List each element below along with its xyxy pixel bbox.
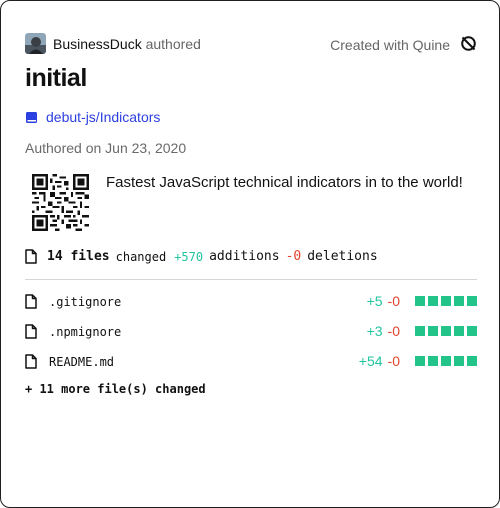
deletions-count: -0: [285, 249, 302, 264]
list-item[interactable]: .npmignore +3 -0: [25, 319, 477, 349]
file-additions: +3: [366, 323, 383, 339]
diff-block: [467, 326, 477, 336]
diff-block: [428, 326, 438, 336]
divider: [25, 279, 477, 280]
commit-title: initial: [25, 64, 87, 92]
file-stats: +3 -0: [367, 323, 477, 339]
diff-block: [467, 296, 477, 306]
diff-block: [428, 356, 438, 366]
additions-label: additions: [209, 249, 280, 264]
avatar[interactable]: [25, 33, 46, 54]
author-name[interactable]: BusinessDuck: [53, 36, 142, 52]
diff-blocks: [412, 296, 477, 306]
author-verb: authored: [145, 36, 201, 52]
file-deletions: -0: [387, 323, 400, 339]
created-with-label: Created with Quine: [330, 37, 450, 53]
file-name[interactable]: README.md: [49, 355, 114, 369]
created-with: Created with Quine: [330, 35, 477, 55]
authored-date: Authored on Jun 23, 2020: [25, 140, 187, 156]
repo-name[interactable]: debut-js/Indicators: [46, 109, 160, 125]
file-stats: +5 -0: [367, 293, 477, 309]
diff-block: [441, 326, 451, 336]
file-list: .gitignore +5 -0 .npmignore +3 -0 README…: [25, 289, 477, 379]
commit-description: Fastest JavaScript technical indicators …: [106, 174, 463, 191]
diff-block: [454, 326, 464, 336]
diff-block: [415, 326, 425, 336]
diff-block: [454, 356, 464, 366]
diff-block: [415, 296, 425, 306]
file-additions: +54: [358, 353, 383, 369]
diff-block: [441, 356, 451, 366]
file-additions: +5: [366, 293, 383, 309]
file-icon: [25, 324, 37, 339]
more-files-link[interactable]: + 11 more file(s) changed: [25, 382, 206, 396]
author-line: BusinessDuck authored: [53, 36, 201, 52]
commit-card: BusinessDuck authored Created with Quine…: [0, 0, 500, 508]
book-icon: [26, 111, 37, 123]
diff-block: [467, 356, 477, 366]
file-icon: [25, 249, 37, 264]
diff-blocks: [412, 326, 477, 336]
changed-label: changed: [115, 249, 167, 264]
repo-link[interactable]: debut-js/Indicators: [25, 109, 160, 125]
diff-block: [415, 356, 425, 366]
file-deletions: -0: [387, 353, 400, 369]
diff-block: [428, 296, 438, 306]
files-count: 14 files: [47, 249, 110, 264]
quine-logo-icon[interactable]: [460, 35, 477, 55]
diff-block: [441, 296, 451, 306]
file-name[interactable]: .npmignore: [49, 325, 121, 339]
additions-count: +570: [174, 249, 204, 264]
list-item[interactable]: README.md +54 -0: [25, 349, 477, 379]
deletions-label: deletions: [307, 249, 378, 264]
file-name[interactable]: .gitignore: [49, 295, 121, 309]
qr-code: [32, 174, 89, 231]
file-icon: [25, 294, 37, 309]
file-deletions: -0: [387, 293, 400, 309]
diff-block: [454, 296, 464, 306]
file-icon: [25, 354, 37, 369]
diff-blocks: [412, 356, 477, 366]
changes-summary: 14 files changed +570 additions -0 delet…: [25, 249, 378, 264]
list-item[interactable]: .gitignore +5 -0: [25, 289, 477, 319]
card-header: BusinessDuck authored Created with Quine: [25, 33, 477, 55]
file-stats: +54 -0: [359, 353, 477, 369]
